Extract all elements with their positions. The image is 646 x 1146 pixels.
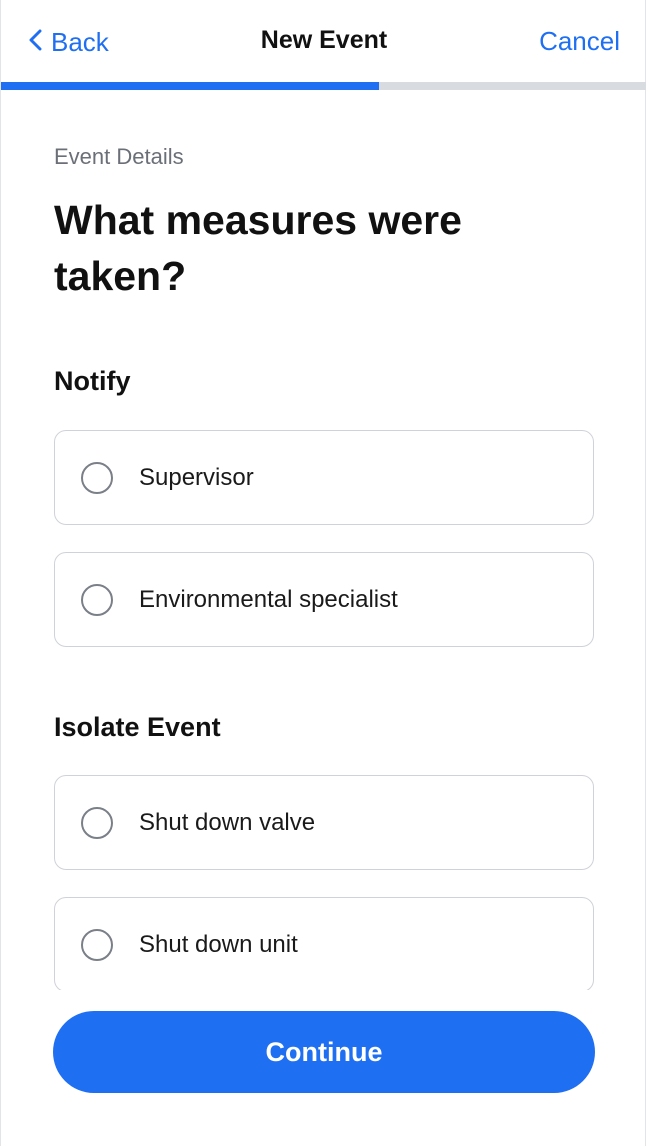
option-label: Shut down unit bbox=[139, 930, 298, 958]
option-label: Shut down valve bbox=[139, 808, 316, 836]
option-environmental-specialist[interactable]: Environmental specialist bbox=[54, 552, 594, 647]
option-shut-down-valve[interactable]: Shut down valve bbox=[54, 775, 594, 870]
group-title-isolate-event: Isolate Event bbox=[54, 712, 221, 742]
group-title-notify: Notify bbox=[54, 366, 131, 396]
progress-fill bbox=[1, 82, 379, 90]
app-screen: Back New Event Cancel Event Details What… bbox=[0, 0, 646, 1146]
option-supervisor[interactable]: Supervisor bbox=[54, 430, 594, 525]
navigation-bar: Back New Event Cancel bbox=[1, 0, 646, 82]
radio-icon[interactable] bbox=[81, 928, 113, 961]
section-label: Event Details bbox=[54, 144, 184, 169]
radio-icon[interactable] bbox=[81, 806, 113, 839]
radio-icon[interactable] bbox=[81, 583, 113, 616]
option-label: Environmental specialist bbox=[139, 585, 398, 613]
question-heading: What measures were taken? bbox=[54, 197, 462, 299]
option-label: Supervisor bbox=[139, 463, 254, 491]
option-shut-down-unit[interactable]: Shut down unit bbox=[54, 897, 594, 992]
continue-button[interactable]: Continue bbox=[53, 1011, 595, 1093]
cancel-button[interactable]: Cancel bbox=[539, 26, 620, 57]
radio-icon[interactable] bbox=[81, 461, 113, 494]
progress-bar bbox=[1, 82, 646, 90]
scroll-fade bbox=[41, 990, 607, 1004]
